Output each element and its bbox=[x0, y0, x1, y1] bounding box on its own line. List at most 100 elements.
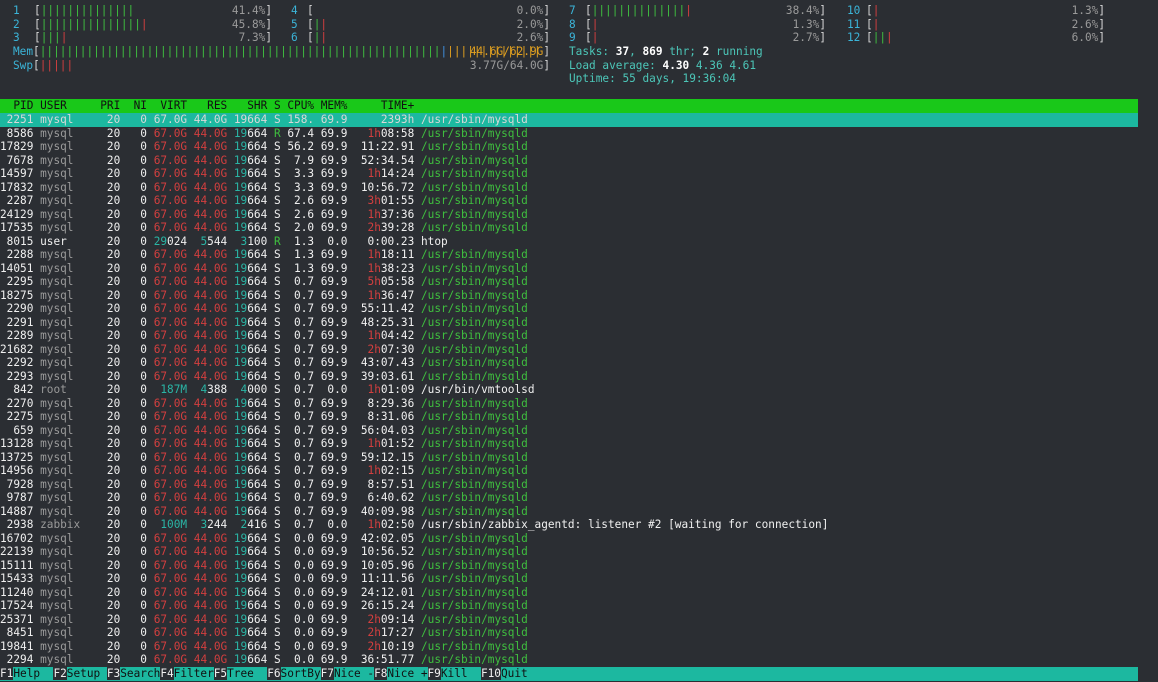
cell-ni: 0 bbox=[126, 572, 147, 585]
process-row[interactable]: 15433 mysql 20 0 67.0G 44.0G 19664 S 0.0… bbox=[0, 572, 528, 586]
process-row[interactable]: 14051 mysql 20 0 67.0G 44.0G 19664 S 1.3… bbox=[0, 262, 528, 276]
separator bbox=[120, 613, 127, 626]
process-row[interactable]: 17829 mysql 20 0 67.0G 44.0G 19664 S 56.… bbox=[0, 140, 528, 154]
fkey-filter-button[interactable]: F4Filter bbox=[160, 667, 214, 680]
cell-mem: 69.9 bbox=[320, 423, 348, 437]
process-row[interactable]: 2287 mysql 20 0 67.0G 44.0G 19664 S 2.6 … bbox=[0, 194, 528, 208]
cell-virt: 67.0G bbox=[153, 288, 188, 302]
cell-time: 2h39:28 bbox=[354, 221, 415, 234]
process-row[interactable]: 659 mysql 20 0 67.0G 44.0G 19664 S 0.7 6… bbox=[0, 424, 528, 438]
process-row[interactable]: 11240 mysql 20 0 67.0G 44.0G 19664 S 0.0… bbox=[0, 586, 528, 600]
process-table-header[interactable]: PID USER PRI NI VIRT RES SHR S CPU% MEM%… bbox=[0, 99, 1138, 113]
process-row[interactable]: 2270 mysql 20 0 67.0G 44.0G 19664 S 0.7 … bbox=[0, 397, 528, 411]
process-row[interactable]: 13725 mysql 20 0 67.0G 44.0G 19664 S 0.7… bbox=[0, 451, 528, 465]
process-row[interactable]: 2251 mysql 20 0 67.0G 44.0G 19664 S 158.… bbox=[0, 113, 528, 127]
fkey-setup-button[interactable]: F2Setup bbox=[53, 667, 106, 680]
process-row[interactable]: 2288 mysql 20 0 67.0G 44.0G 19664 S 1.3 … bbox=[0, 248, 528, 262]
process-row[interactable]: 14887 mysql 20 0 67.0G 44.0G 19664 S 0.7… bbox=[0, 505, 528, 519]
process-row[interactable]: 17535 mysql 20 0 67.0G 44.0G 19664 S 2.0… bbox=[0, 221, 528, 235]
column-header-user[interactable]: USER bbox=[40, 99, 100, 112]
separator bbox=[187, 410, 194, 423]
process-row[interactable]: 2292 mysql 20 0 67.0G 44.0G 19664 S 0.7 … bbox=[0, 356, 528, 370]
column-header-pri[interactable]: PRI bbox=[100, 99, 120, 112]
process-row[interactable]: 22139 mysql 20 0 67.0G 44.0G 19664 S 0.0… bbox=[0, 545, 528, 559]
process-row[interactable]: 17832 mysql 20 0 67.0G 44.0G 19664 S 3.3… bbox=[0, 181, 528, 195]
column-header-mem[interactable]: MEM% bbox=[321, 99, 348, 112]
process-row[interactable]: 2275 mysql 20 0 67.0G 44.0G 19664 S 0.7 … bbox=[0, 410, 528, 424]
fkey-quit-button[interactable]: F10Quit bbox=[480, 667, 528, 680]
process-row[interactable]: 2289 mysql 20 0 67.0G 44.0G 19664 S 0.7 … bbox=[0, 329, 528, 343]
cell-virt: 67.0G bbox=[153, 572, 188, 585]
process-row[interactable]: 18275 mysql 20 0 67.0G 44.0G 19664 S 0.7… bbox=[0, 289, 528, 303]
process-row[interactable]: 2938 zabbix 20 0 100M 3244 2416 S 0.7 0.… bbox=[0, 518, 829, 532]
separator bbox=[414, 235, 421, 248]
column-header-res[interactable]: RES bbox=[194, 99, 227, 112]
separator bbox=[267, 437, 274, 450]
process-row[interactable]: 2293 mysql 20 0 67.0G 44.0G 19664 S 0.7 … bbox=[0, 370, 528, 384]
separator bbox=[187, 599, 194, 612]
process-row[interactable]: 7678 mysql 20 0 67.0G 44.0G 19664 S 7.9 … bbox=[0, 154, 528, 168]
fkey-nice-button[interactable]: F8Nice + bbox=[374, 667, 428, 680]
process-row[interactable]: 19841 mysql 20 0 67.0G 44.0G 19664 S 0.0… bbox=[0, 640, 528, 654]
digit-group: 19 bbox=[233, 410, 248, 423]
cell-cmd: /usr/sbin/mysqld bbox=[420, 504, 528, 518]
cell-res: 44.0G bbox=[193, 396, 228, 410]
cell-time: 2h07:30 bbox=[354, 343, 415, 356]
fkey-help-button[interactable]: F1Help bbox=[0, 667, 53, 680]
process-row[interactable]: 2291 mysql 20 0 67.0G 44.0G 19664 S 0.7 … bbox=[0, 316, 528, 330]
process-row[interactable]: 21682 mysql 20 0 67.0G 44.0G 19664 S 0.7… bbox=[0, 343, 528, 357]
cell-user: zabbix bbox=[40, 518, 101, 531]
process-row[interactable]: 2290 mysql 20 0 67.0G 44.0G 19664 S 0.7 … bbox=[0, 302, 528, 316]
fkey-kill-button[interactable]: F9Kill bbox=[427, 667, 481, 680]
cell-pri: 20 bbox=[100, 585, 121, 599]
fkey-sortby-button[interactable]: F6SortBy bbox=[267, 667, 321, 680]
separator bbox=[267, 262, 274, 275]
cell-pri: 20 bbox=[100, 275, 121, 288]
fkey-tree-button[interactable]: F5Tree bbox=[213, 667, 267, 680]
process-row[interactable]: 24129 mysql 20 0 67.0G 44.0G 19664 S 2.6… bbox=[0, 208, 528, 222]
column-header-virt[interactable]: VIRT bbox=[154, 99, 187, 112]
column-header-time[interactable]: TIME+ bbox=[354, 99, 414, 112]
process-row[interactable]: 14956 mysql 20 0 67.0G 44.0G 19664 S 0.7… bbox=[0, 464, 528, 478]
column-header-s[interactable]: S bbox=[274, 99, 281, 112]
process-row[interactable]: 14597 mysql 20 0 67.0G 44.0G 19664 S 3.3… bbox=[0, 167, 528, 181]
cell-shr: 19664 bbox=[234, 599, 267, 612]
cell-s: S bbox=[273, 477, 281, 491]
separator bbox=[267, 194, 274, 207]
separator bbox=[187, 613, 194, 626]
fkey-nice-button[interactable]: F7Nice - bbox=[320, 667, 374, 680]
process-row[interactable]: 13128 mysql 20 0 67.0G 44.0G 19664 S 0.7… bbox=[0, 437, 528, 451]
cell-ni: 0 bbox=[126, 612, 147, 626]
separator bbox=[314, 613, 321, 626]
digit-group: 664 bbox=[247, 342, 268, 356]
process-row[interactable]: 17524 mysql 20 0 67.0G 44.0G 19664 S 0.0… bbox=[0, 599, 528, 613]
column-header-ni[interactable]: NI bbox=[127, 99, 147, 112]
separator bbox=[187, 518, 194, 531]
cell-ni: 0 bbox=[126, 423, 147, 437]
process-row[interactable]: 15111 mysql 20 0 67.0G 44.0G 19664 S 0.0… bbox=[0, 559, 528, 573]
process-row[interactable]: 25371 mysql 20 0 67.0G 44.0G 19664 S 0.0… bbox=[0, 613, 528, 627]
process-row[interactable]: 16702 mysql 20 0 67.0G 44.0G 19664 S 0.0… bbox=[0, 532, 528, 546]
cell-pri: 20 bbox=[100, 261, 121, 275]
cell-shr: 19664 bbox=[234, 370, 267, 383]
cell-virt: 67.0G bbox=[153, 167, 188, 180]
process-row[interactable]: 9787 mysql 20 0 67.0G 44.0G 19664 S 0.7 … bbox=[0, 491, 528, 505]
separator bbox=[147, 221, 154, 234]
cell-cmd: htop bbox=[420, 234, 448, 248]
process-row[interactable]: 2295 mysql 20 0 67.0G 44.0G 19664 S 0.7 … bbox=[0, 275, 528, 289]
process-row[interactable]: 842 root 20 0 187M 4388 4000 S 0.7 0.0 1… bbox=[0, 383, 534, 397]
column-header-pid[interactable]: PID bbox=[0, 99, 33, 112]
process-row[interactable]: 8586 mysql 20 0 67.0G 44.0G 19664 R 67.4… bbox=[0, 127, 528, 141]
fkey-search-button[interactable]: F3Search bbox=[106, 667, 160, 680]
column-header-cpu[interactable]: CPU% bbox=[287, 99, 314, 112]
process-row[interactable]: 8451 mysql 20 0 67.0G 44.0G 19664 S 0.0 … bbox=[0, 626, 528, 640]
column-header-shr[interactable]: SHR bbox=[234, 99, 267, 112]
cell-ni: 0 bbox=[126, 288, 147, 302]
process-row[interactable]: 7928 mysql 20 0 67.0G 44.0G 19664 S 0.7 … bbox=[0, 478, 528, 492]
digit-group: 664 bbox=[247, 531, 268, 545]
cell-cmd: /usr/sbin/mysqld bbox=[420, 180, 528, 194]
process-row[interactable]: 8015 user 20 0 29024 5544 3100 R 1.3 0.0… bbox=[0, 235, 448, 249]
cell-s: S bbox=[273, 572, 281, 585]
cell-s: S bbox=[273, 248, 281, 261]
process-row[interactable]: 2294 mysql 20 0 67.0G 44.0G 19664 S 0.0 … bbox=[0, 653, 528, 667]
